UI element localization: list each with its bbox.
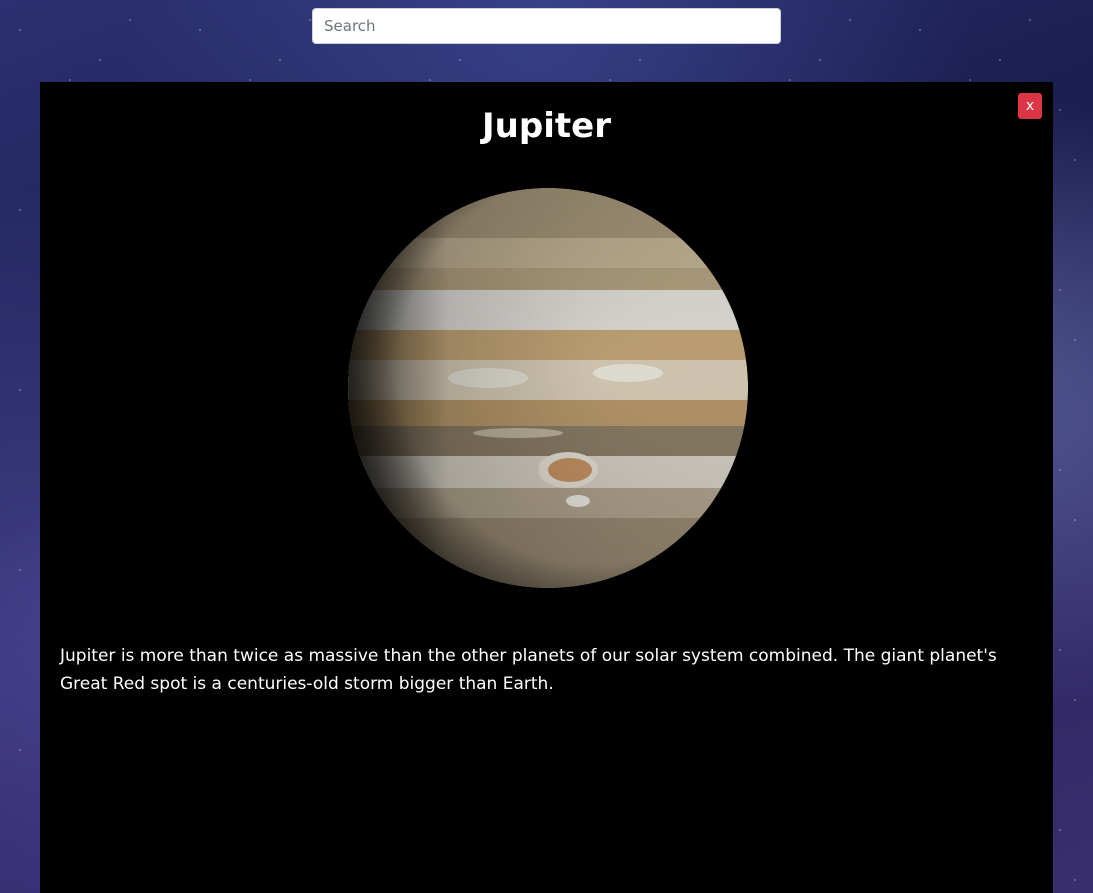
search-input[interactable] (312, 8, 781, 44)
planet-description: Jupiter is more than twice as massive th… (60, 646, 997, 694)
planet-modal: x Jupiter Jupiter is more than twice as … (40, 82, 1053, 893)
planet-title: Jupiter (482, 106, 611, 146)
planet-image (348, 188, 748, 588)
search-bar (312, 8, 781, 44)
